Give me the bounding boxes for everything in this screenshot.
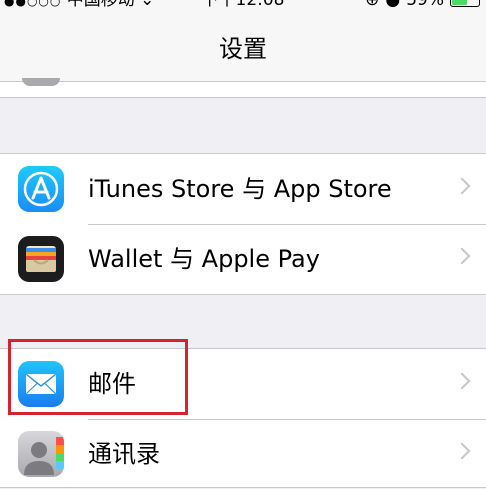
alarm-icon: ●: [385, 0, 401, 10]
chevron-right-icon: [453, 442, 471, 460]
page-title: 设置: [219, 35, 267, 63]
list-item-partial[interactable]: [0, 78, 486, 98]
status-bar: ●●○○○ 中国移动 ⌄ 下午12:08 ⊕ ● 59%: [0, 0, 486, 12]
settings-row-itunes-app-store[interactable]: iTunes Store 与 App Store: [0, 154, 486, 224]
rotation-lock-icon: ⊕: [365, 0, 380, 10]
settings-group-store: iTunes Store 与 App Store Wallet 与 Apple …: [0, 153, 486, 295]
wallet-icon: [18, 236, 64, 282]
app-store-icon: [18, 166, 64, 212]
settings-row-label: 通讯录: [88, 440, 160, 468]
settings-row-label: iTunes Store 与 App Store: [88, 175, 392, 203]
status-right: ⊕ ● 59%: [365, 0, 480, 12]
settings-row-label: Wallet 与 Apple Pay: [88, 245, 320, 273]
battery-percent: 59%: [406, 0, 444, 10]
chevron-right-icon: [453, 247, 471, 265]
partial-app-icon: [22, 78, 60, 86]
chevron-right-icon: [453, 372, 471, 390]
contacts-icon: [18, 431, 64, 477]
chevron-right-icon: [453, 177, 471, 195]
highlight-box: [8, 339, 188, 415]
settings-row-wallet-apple-pay[interactable]: Wallet 与 Apple Pay: [0, 224, 486, 294]
navigation-bar: 设置: [0, 12, 486, 82]
settings-row-contacts[interactable]: 通讯录: [0, 419, 486, 489]
battery-icon: [450, 0, 480, 7]
